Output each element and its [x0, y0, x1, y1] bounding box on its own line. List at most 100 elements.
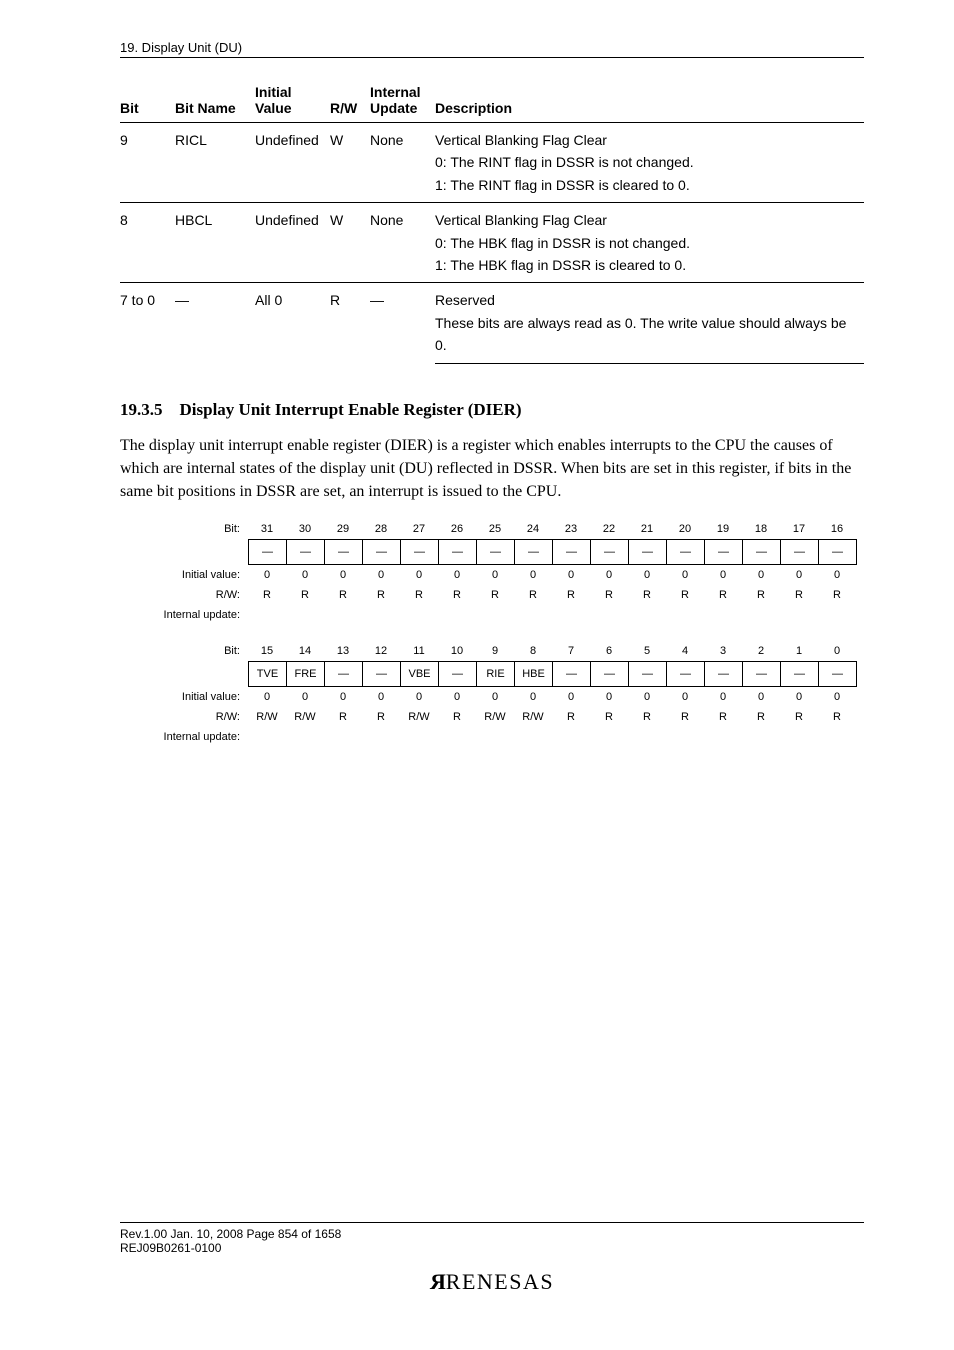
initial-value: 0: [818, 566, 856, 584]
bit-number: 20: [666, 520, 704, 538]
bit-number: 27: [400, 520, 438, 538]
bit-name-box: —: [781, 662, 819, 686]
body-paragraph: The display unit interrupt enable regist…: [120, 434, 864, 504]
bit-number: 0: [818, 642, 856, 660]
initial-value: 0: [476, 566, 514, 584]
initial-value: 0: [476, 688, 514, 706]
table-row: 8 HBCL Undefined W None Vertical Blankin…: [120, 203, 864, 232]
cell-bitname: RICL: [175, 123, 255, 203]
cell-bit: 8: [120, 203, 175, 283]
bit-name-box: VBE: [401, 662, 439, 686]
bit-number: 9: [476, 642, 514, 660]
cell-desc: 0: The RINT flag in DSSR is not changed.: [435, 151, 864, 173]
bit-name-box: —: [325, 540, 363, 564]
initial-value: 0: [742, 688, 780, 706]
cell-desc: 1: The HBK flag in DSSR is cleared to 0.: [435, 254, 864, 283]
rw-value: R: [438, 708, 476, 726]
register-diagram-upper: Bit: 31 30 29 28 27 26 25 24 23 22 21 20…: [120, 519, 864, 625]
table-row: 9 RICL Undefined W None Vertical Blankin…: [120, 123, 864, 152]
rw-value: R/W: [476, 708, 514, 726]
bit-name-box: FRE: [287, 662, 325, 686]
bit-name-box: —: [705, 662, 743, 686]
initial-value: 0: [248, 688, 286, 706]
rw-value: R: [438, 586, 476, 604]
bit-description-table: Bit Bit Name Initial Value R/W Internal …: [120, 80, 864, 364]
th-rw: R/W: [330, 80, 370, 123]
row-label-initial: Initial value:: [120, 691, 248, 703]
initial-value: 0: [514, 566, 552, 584]
bit-name-box: —: [401, 540, 439, 564]
rw-value: R: [704, 586, 742, 604]
th-bit-name: Bit Name: [175, 80, 255, 123]
initial-value: 0: [324, 566, 362, 584]
bit-name-box: —: [249, 540, 287, 564]
bit-number: 10: [438, 642, 476, 660]
cell-bit: 9: [120, 123, 175, 203]
cell-initial: Undefined: [255, 203, 330, 283]
bit-number: 2: [742, 642, 780, 660]
rw-value: R: [742, 708, 780, 726]
cell-desc: Vertical Blanking Flag Clear: [435, 203, 864, 232]
rw-value: R: [818, 708, 856, 726]
rw-value: R: [628, 586, 666, 604]
rw-value: R: [590, 708, 628, 726]
initial-value: 0: [362, 566, 400, 584]
subheading-title: Display Unit Interrupt Enable Register (…: [180, 400, 522, 419]
bit-number: 6: [590, 642, 628, 660]
bit-name-box: —: [363, 662, 401, 686]
bit-number: 13: [324, 642, 362, 660]
rw-value: R: [476, 586, 514, 604]
cell-rw: W: [330, 203, 370, 283]
initial-value: 0: [628, 566, 666, 584]
rw-value: R/W: [248, 708, 286, 726]
initial-value: 0: [666, 566, 704, 584]
initial-value: 0: [704, 688, 742, 706]
bit-number: 14: [286, 642, 324, 660]
bit-number: 1: [780, 642, 818, 660]
bit-name-box: —: [629, 540, 667, 564]
bit-number: 25: [476, 520, 514, 538]
bit-name-box: —: [819, 662, 857, 686]
bit-number: 28: [362, 520, 400, 538]
rw-value: R: [704, 708, 742, 726]
bit-name-box: —: [743, 540, 781, 564]
rw-value: R: [324, 708, 362, 726]
rw-value: R: [780, 586, 818, 604]
bit-name-box: —: [553, 540, 591, 564]
bit-number: 29: [324, 520, 362, 538]
bit-number: 24: [514, 520, 552, 538]
page-footer: Rev.1.00 Jan. 10, 2008 Page 854 of 1658 …: [120, 1222, 864, 1295]
rw-value: R: [514, 586, 552, 604]
bit-name-box: RIE: [477, 662, 515, 686]
initial-value: 0: [818, 688, 856, 706]
th-description: Description: [435, 80, 864, 123]
rw-value: R/W: [400, 708, 438, 726]
initial-value: 0: [286, 566, 324, 584]
register-diagram-lower: Bit: 15 14 13 12 11 10 9 8 7 6 5 4 3 2 1…: [120, 641, 864, 747]
th-bit: Bit: [120, 80, 175, 123]
bit-number: 18: [742, 520, 780, 538]
footer-line1: Rev.1.00 Jan. 10, 2008 Page 854 of 1658: [120, 1227, 864, 1241]
row-label-bit: Bit:: [120, 645, 248, 657]
rw-value: R: [286, 586, 324, 604]
initial-value: 0: [324, 688, 362, 706]
section-header: 19. Display Unit (DU): [120, 40, 864, 58]
rw-value: R: [552, 708, 590, 726]
bit-number: 7: [552, 642, 590, 660]
cell-rw: W: [330, 123, 370, 203]
cell-desc: Reserved: [435, 283, 864, 312]
bit-number: 4: [666, 642, 704, 660]
initial-value: 0: [400, 566, 438, 584]
cell-rw: R: [330, 283, 370, 363]
initial-value: 0: [590, 688, 628, 706]
initial-value: 0: [248, 566, 286, 584]
bit-name-box: —: [667, 662, 705, 686]
initial-value: 0: [666, 688, 704, 706]
bit-number: 11: [400, 642, 438, 660]
bit-number: 17: [780, 520, 818, 538]
initial-value: 0: [514, 688, 552, 706]
bit-name-box: —: [781, 540, 819, 564]
cell-bitname: HBCL: [175, 203, 255, 283]
bit-name-box: HBE: [515, 662, 553, 686]
bit-number: 3: [704, 642, 742, 660]
